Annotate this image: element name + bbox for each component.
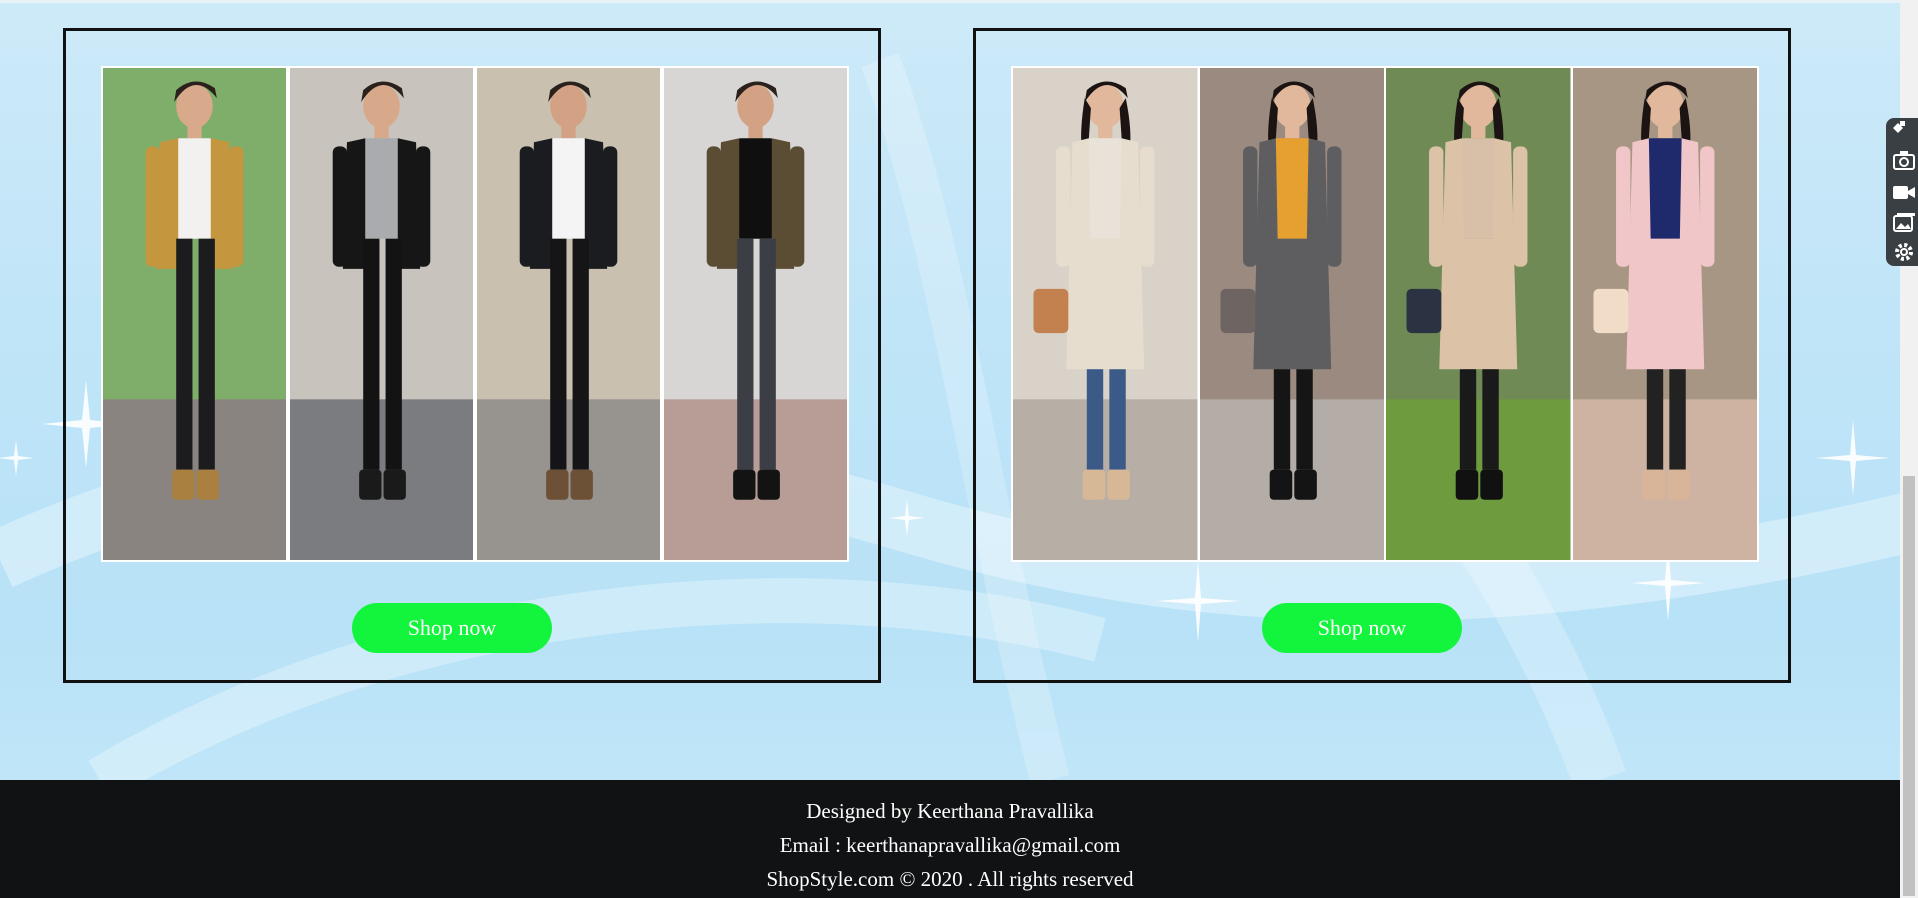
shop-now-button-women[interactable]: Shop now [1262,603,1462,653]
camera-icon[interactable] [1892,148,1916,172]
men-outfit-grey-hoodie-photo [290,68,473,560]
women-outfit-camel-coat-photo [1386,68,1571,560]
screen-capture-toolbar [1886,118,1918,266]
video-camera-icon[interactable] [1892,180,1916,204]
women-photo-strip [1011,66,1759,562]
extension-pin-icon[interactable] [1890,120,1906,136]
women-outfit-trench-coat-photo [1013,68,1198,560]
men-collection-card: Shop now [63,28,881,683]
women-collection-card: Shop now [973,28,1791,683]
shop-now-button-men[interactable]: Shop now [352,603,552,653]
image-gallery-icon[interactable] [1892,212,1916,236]
men-outfit-white-tee-photo [103,68,286,560]
men-outfit-denim-jacket-photo [477,68,660,560]
footer-email: Email : keerthanapravallika@gmail.com [779,833,1121,857]
gear-icon[interactable] [1892,240,1916,264]
top-edge [0,0,1918,3]
men-photo-strip [101,66,849,562]
footer: Designed by Keerthana Pravallika Email :… [0,780,1900,898]
women-outfit-pink-coat-photo [1572,68,1757,560]
men-outfit-camo-jacket-photo [664,68,847,560]
footer-designer-credit: Designed by Keerthana Pravallika [806,799,1094,823]
women-outfit-grey-coat-photo [1199,68,1384,560]
footer-copyright: ShopStyle.com © 2020 . All rights reserv… [766,867,1134,891]
scrollbar-thumb[interactable] [1903,476,1915,896]
